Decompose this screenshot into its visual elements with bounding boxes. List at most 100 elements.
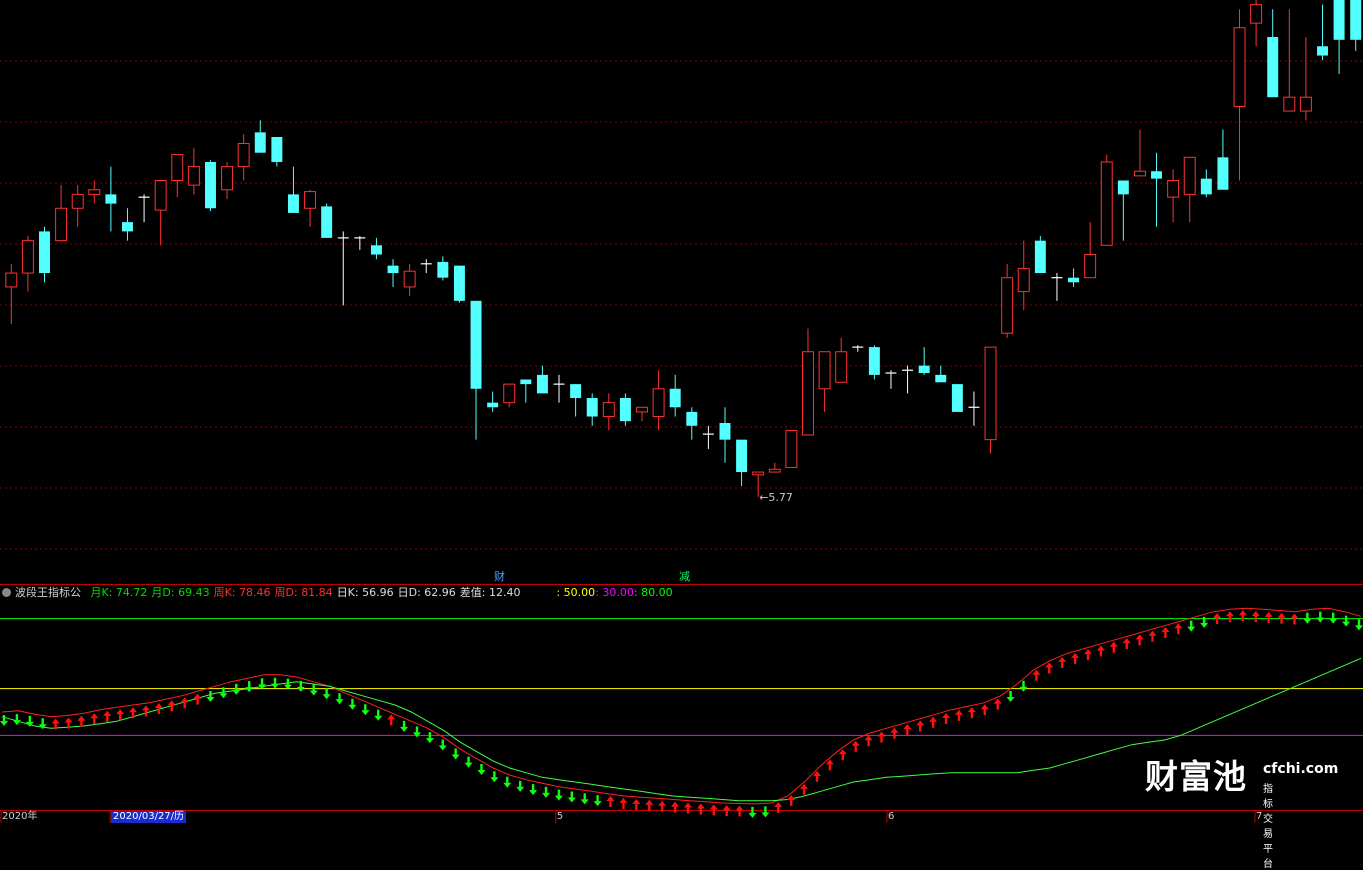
candle-down bbox=[586, 398, 598, 417]
down-arrow bbox=[593, 795, 602, 807]
level-readout: : 30.00 bbox=[595, 586, 634, 599]
candle-up bbox=[752, 471, 765, 476]
up-arrow bbox=[709, 804, 718, 816]
candle-down bbox=[719, 423, 731, 440]
down-arrow bbox=[206, 690, 215, 702]
level-readout: : 80.00 bbox=[633, 586, 673, 599]
candle-up bbox=[1001, 277, 1014, 334]
candle-up bbox=[403, 270, 416, 288]
up-arrow bbox=[993, 698, 1002, 710]
candle-up bbox=[1167, 179, 1180, 198]
readout-item: 日K: 56.96 bbox=[336, 586, 394, 599]
candle-up bbox=[835, 351, 848, 383]
up-arrow bbox=[877, 731, 886, 743]
watermark-url: cfchi.com bbox=[1263, 761, 1339, 777]
down-arrow bbox=[490, 771, 499, 783]
down-arrow bbox=[1316, 611, 1325, 623]
candle-down bbox=[619, 398, 631, 422]
down-arrow bbox=[542, 786, 550, 798]
candle-down bbox=[105, 194, 117, 204]
watermark-brand: 财富池 bbox=[1145, 757, 1247, 796]
down-arrow bbox=[748, 806, 757, 818]
readout-item: 月K: 74.72 bbox=[90, 586, 148, 599]
down-arrow bbox=[1006, 691, 1015, 702]
up-arrow bbox=[683, 802, 692, 814]
collapse-icon[interactable] bbox=[2, 588, 11, 597]
watermark-tagline: 指标交易平台 bbox=[1263, 784, 1273, 870]
readout-item: 周D: 81.84 bbox=[274, 586, 333, 599]
candle-down bbox=[570, 384, 582, 399]
readout-item: 差值: 12.40 bbox=[459, 586, 521, 599]
down-arrow bbox=[438, 739, 447, 751]
up-arrow bbox=[1084, 649, 1092, 661]
candle-up bbox=[154, 179, 167, 211]
down-arrow bbox=[283, 678, 292, 690]
up-arrow bbox=[129, 707, 138, 719]
up-arrow bbox=[1251, 610, 1260, 622]
candle-down bbox=[1151, 171, 1163, 179]
up-arrow bbox=[141, 705, 150, 717]
up-arrow bbox=[980, 704, 989, 716]
down-arrow bbox=[529, 784, 538, 796]
candle-down bbox=[1217, 157, 1229, 190]
candle-down bbox=[951, 384, 963, 412]
down-arrow bbox=[554, 789, 563, 801]
up-arrow bbox=[1071, 652, 1080, 664]
candle-up bbox=[1183, 156, 1196, 195]
candle-up bbox=[221, 166, 234, 191]
up-arrow bbox=[103, 710, 112, 722]
candle-up bbox=[1133, 170, 1146, 177]
candle-down bbox=[935, 374, 947, 383]
up-arrow bbox=[645, 799, 654, 811]
indicator-title: 波段王指标公 bbox=[15, 586, 81, 599]
down-arrow bbox=[567, 791, 576, 803]
candle-down bbox=[736, 439, 748, 473]
up-arrow bbox=[838, 749, 847, 761]
candle-down bbox=[271, 136, 283, 162]
up-arrow bbox=[903, 724, 912, 736]
jian-tag: 减 bbox=[679, 570, 690, 583]
up-arrow bbox=[1045, 662, 1054, 674]
readout-item: 周K: 78.46 bbox=[213, 586, 271, 599]
down-arrow bbox=[1187, 620, 1196, 632]
up-arrow bbox=[90, 713, 99, 725]
candle-down bbox=[536, 374, 548, 394]
down-arrow bbox=[477, 763, 486, 775]
candle-up bbox=[171, 154, 184, 181]
down-arrow bbox=[361, 704, 370, 716]
up-arrow bbox=[890, 727, 899, 739]
candle-up bbox=[802, 351, 814, 436]
candle-up bbox=[5, 272, 18, 288]
candle-down bbox=[1317, 46, 1328, 56]
up-arrow bbox=[77, 715, 86, 727]
candle-down bbox=[868, 347, 880, 375]
candle-up bbox=[1233, 27, 1246, 107]
candle-down bbox=[387, 265, 399, 274]
candle-down bbox=[520, 379, 532, 385]
down-arrow bbox=[580, 793, 589, 805]
candle-down bbox=[1200, 178, 1212, 195]
up-arrow bbox=[1264, 611, 1273, 623]
up-arrow bbox=[800, 783, 809, 795]
candle-down bbox=[321, 206, 333, 238]
candle-up bbox=[1299, 96, 1312, 112]
up-arrow bbox=[825, 759, 834, 771]
candle-up bbox=[1100, 161, 1113, 246]
candle-down bbox=[1068, 277, 1080, 283]
candle-down bbox=[204, 161, 216, 209]
candle-up bbox=[21, 240, 34, 274]
candle-down bbox=[39, 231, 50, 274]
up-arrow bbox=[387, 714, 396, 726]
down-arrow bbox=[1355, 619, 1363, 631]
down-arrow bbox=[309, 684, 318, 696]
candle-down bbox=[669, 388, 681, 408]
up-arrow bbox=[606, 796, 615, 808]
up-arrow bbox=[116, 709, 125, 721]
up-arrow bbox=[929, 716, 938, 728]
up-arrow bbox=[942, 713, 951, 725]
down-arrow bbox=[232, 683, 241, 695]
down-arrow bbox=[335, 693, 344, 705]
candle-down bbox=[1117, 180, 1129, 195]
up-arrow bbox=[774, 802, 783, 813]
candle-down bbox=[1034, 240, 1046, 274]
